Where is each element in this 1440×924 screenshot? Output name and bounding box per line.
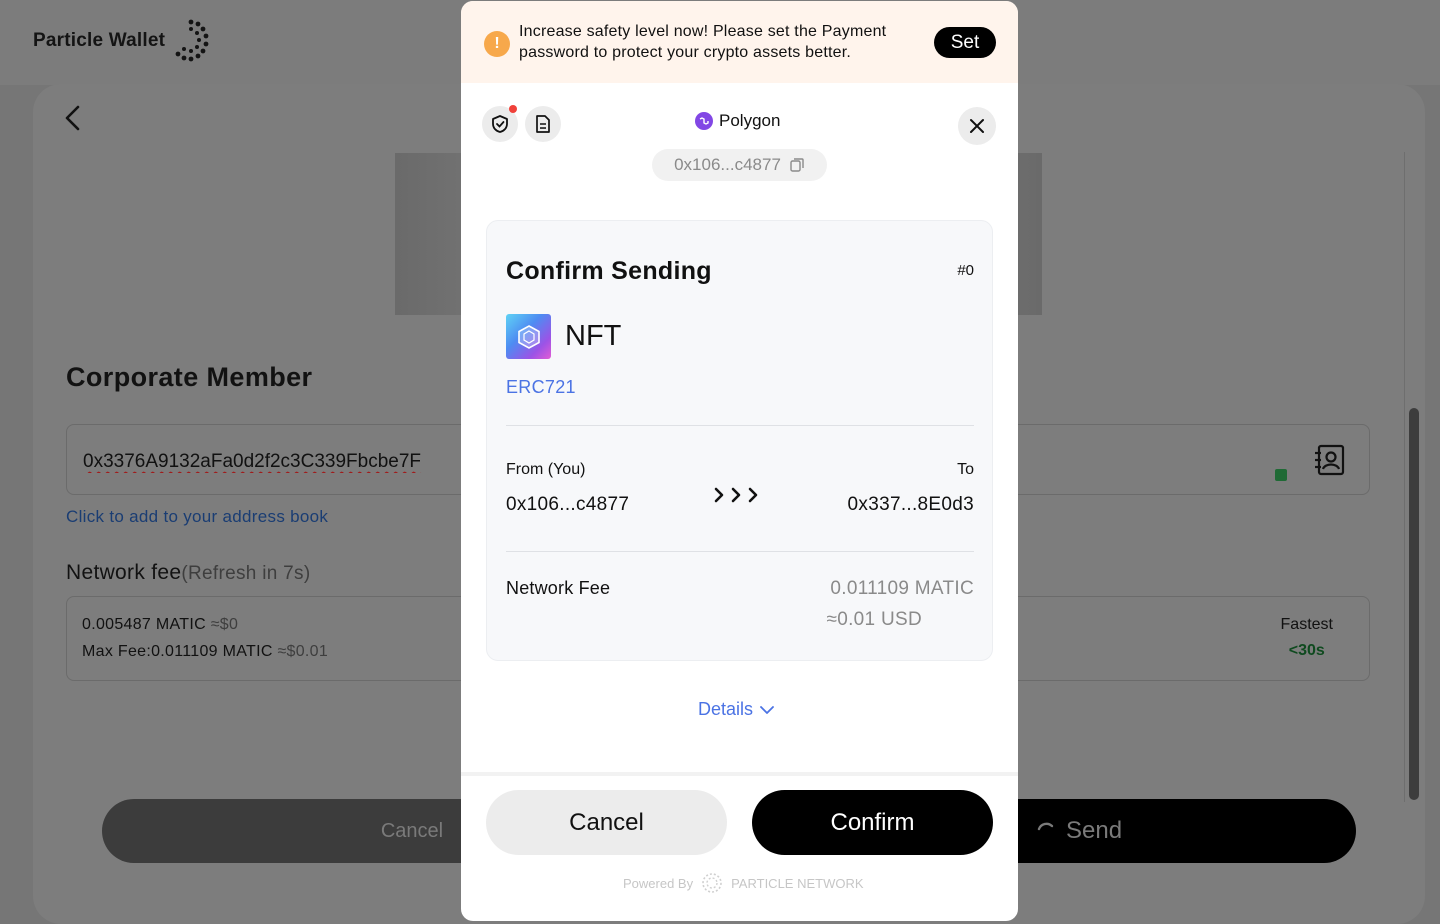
security-warning-text: Increase safety level now! Please set th…	[519, 23, 887, 61]
address-book-icon[interactable]	[1313, 443, 1347, 477]
document-icon	[536, 115, 550, 133]
from-label: From (You)	[506, 461, 586, 478]
nft-hexagon-icon	[517, 324, 540, 349]
token-standard: ERC721	[506, 377, 576, 397]
network-fee-usd: ≈0.01 USD	[826, 609, 922, 630]
fee-amount: 0.005487 MATIC	[82, 616, 206, 633]
close-modal-button[interactable]	[958, 107, 996, 145]
copy-icon[interactable]	[789, 157, 805, 173]
fee-speed: Fastest <30s	[1281, 616, 1333, 660]
network-name: Polygon	[719, 111, 781, 130]
confirm-sending-card: Confirm Sending #0 NFT ERC721 From (You)…	[486, 220, 993, 661]
status-indicator	[1275, 469, 1287, 481]
transaction-nonce: #0	[957, 262, 974, 279]
divider	[506, 551, 974, 552]
details-toggle[interactable]: Details	[698, 699, 775, 720]
network-fee-label: Network fee	[66, 561, 182, 584]
network-fee-value: 0.011109 MATIC	[830, 578, 974, 599]
network-fee-label: Network Fee	[506, 578, 611, 598]
security-warning-banner: ! Increase safety level now! Please set …	[461, 1, 1018, 83]
footer-separator	[461, 772, 1018, 776]
warning-icon: !	[484, 31, 510, 57]
confirm-button[interactable]: Confirm	[752, 790, 993, 855]
shield-check-icon	[492, 115, 508, 133]
cancel-button[interactable]: Cancel	[486, 790, 727, 855]
max-fee: Max Fee:0.011109 MATIC	[82, 643, 273, 660]
network-indicator: Polygon	[695, 111, 780, 131]
app-logo: Particle Wallet	[33, 18, 211, 64]
fee-refresh-countdown: (Refresh in 7s)	[181, 563, 311, 584]
powered-by-footer: Powered By PARTICLE NETWORK	[623, 872, 864, 894]
to-address: 0x337...8E0d3	[847, 494, 974, 515]
fee-speed-label: Fastest	[1280, 616, 1333, 633]
confirm-transaction-modal: ! Increase safety level now! Please set …	[461, 1, 1018, 921]
powered-by-brand: PARTICLE NETWORK	[731, 875, 864, 891]
add-to-address-book-link[interactable]: Click to add to your address book	[66, 507, 328, 527]
details-label: Details	[698, 699, 754, 719]
fee-speed-time: <30s	[1288, 642, 1325, 659]
from-address: 0x106...c4877	[506, 494, 630, 515]
wallet-address: 0x106...c4877	[674, 155, 781, 174]
max-fee-row: Max Fee:0.011109 MATIC ≈$0.01	[82, 643, 328, 661]
back-arrow-icon[interactable]	[62, 104, 84, 132]
scrollbar-thumb[interactable]	[1409, 408, 1419, 800]
notification-dot	[509, 105, 517, 113]
polygon-icon	[695, 112, 713, 130]
network-fee-title: Network fee(Refresh in 7s)	[66, 561, 310, 585]
fee-amount-usd: ≈$0	[210, 616, 239, 633]
wallet-address-pill[interactable]: 0x106...c4877	[652, 149, 827, 181]
close-icon	[970, 119, 984, 133]
document-button[interactable]	[525, 106, 561, 142]
card-title: Confirm Sending	[506, 257, 712, 285]
nft-title: Corporate Member	[66, 362, 313, 392]
chevron-down-icon	[760, 705, 774, 714]
nft-thumbnail	[506, 314, 551, 359]
transfer-arrows-icon	[714, 487, 758, 503]
particle-network-logo-icon	[702, 873, 722, 893]
recipient-address-value[interactable]: 0x3376A9132aFa0d2f2c3C339Fbcbe7F	[83, 451, 463, 473]
particle-logo-icon	[175, 19, 209, 62]
divider	[506, 425, 974, 426]
loading-spinner-icon	[1037, 822, 1054, 831]
scroll-track	[1404, 152, 1405, 802]
nft-name: NFT	[565, 320, 622, 352]
max-fee-usd: ≈$0.01	[277, 643, 329, 660]
fee-amount-row: 0.005487 MATIC ≈$0	[82, 616, 238, 634]
send-label: Send	[1066, 817, 1123, 844]
set-password-button[interactable]: Set	[934, 27, 996, 58]
app-name: Particle Wallet	[33, 30, 166, 51]
powered-by-label: Powered By	[623, 875, 694, 891]
to-label: To	[957, 461, 974, 478]
